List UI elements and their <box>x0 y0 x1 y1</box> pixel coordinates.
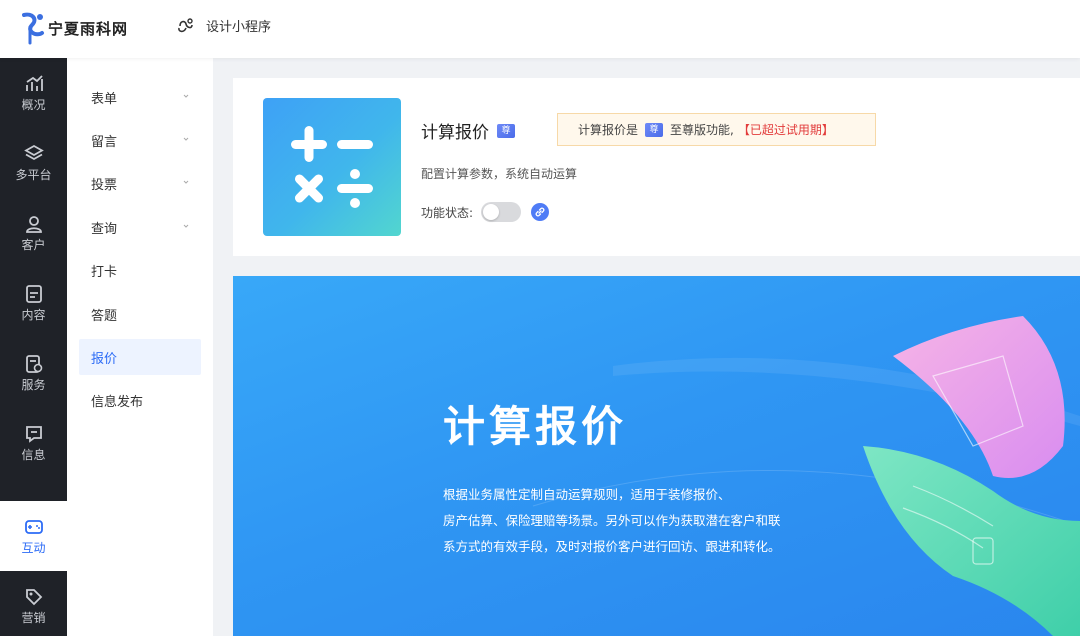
submenu-item-quote[interactable]: 报价 <box>79 339 201 375</box>
rail-item-service[interactable]: 服务 <box>0 338 67 408</box>
rail-item-label: 概况 <box>21 97 46 112</box>
mini-program-icon <box>178 17 193 32</box>
rail-item-label: 服务 <box>21 377 46 392</box>
feature-status-toggle[interactable] <box>481 202 522 222</box>
submenu-item-quiz[interactable]: 答题 <box>79 296 201 332</box>
rail-item-content[interactable]: 内容 <box>0 268 67 338</box>
feature-title: 计算报价 尊 <box>421 118 515 143</box>
submenu-item-label: 查询 <box>91 221 118 237</box>
tag-icon <box>25 588 42 605</box>
main-nav-rail: 概况 多平台 客户 内容 服务 信息 互动 营销 <box>0 58 67 636</box>
vip-notice: 计算报价是 尊 至尊版功能, 【已超过试用期】 <box>557 113 876 146</box>
banner-description-line: 房产估算、保险理赔等场景。另外可以作为获取潜在客户和联 <box>443 513 781 528</box>
feature-card: 计算报价 尊 计算报价是 尊 至尊版功能, 【已超过试用期】 配置计算参数，系统… <box>233 78 1080 256</box>
status-label: 功能状态: <box>421 205 474 220</box>
top-header: 宁夏雨科网 设计小程序 <box>0 0 1080 58</box>
rail-item-label: 营销 <box>21 610 46 625</box>
submenu-item-label: 打卡 <box>91 264 118 280</box>
banner-description-line: 系方式的有效手段，及时对报价客户进行回访、跟进和转化。 <box>443 539 781 554</box>
submenu-item-info-publish[interactable]: 信息发布 <box>79 382 201 418</box>
rail-item-label: 信息 <box>21 447 46 462</box>
submenu-item-label: 信息发布 <box>91 394 144 410</box>
document-icon <box>25 284 42 303</box>
gamepad-icon <box>24 519 43 534</box>
submenu-item-label: 投票 <box>91 177 118 193</box>
rail-item-marketing[interactable]: 营销 <box>0 571 67 636</box>
logo-mark-icon <box>22 12 44 45</box>
rail-item-customer[interactable]: 客户 <box>0 198 67 268</box>
submenu-item-label: 报价 <box>91 351 118 367</box>
banner-background <box>532 316 1080 636</box>
rail-item-label: 客户 <box>21 237 46 252</box>
submenu-item-message[interactable]: 留言 <box>79 122 201 158</box>
feature-description: 配置计算参数，系统自动运算 <box>421 167 578 181</box>
rail-item-label: 互动 <box>21 540 46 555</box>
link-icon[interactable] <box>531 203 550 221</box>
feature-status: 功能状态: <box>421 202 550 222</box>
submenu-item-label: 答题 <box>91 308 118 324</box>
feature-banner: 计算报价 根据业务属性定制自动运算规则，适用于装修报价、 房产估算、保险理赔等场… <box>233 276 1080 636</box>
submenu-item-vote[interactable]: 投票 <box>79 165 201 201</box>
submenu-item-form[interactable]: 表单 <box>79 79 201 115</box>
logo[interactable]: 宁夏雨科网 <box>18 10 128 46</box>
chevron-down-icon <box>183 180 189 184</box>
chevron-down-icon <box>183 224 189 228</box>
vip-badge: 尊 <box>645 122 664 137</box>
calculator-icon <box>263 98 401 236</box>
banner-title: 计算报价 <box>443 402 628 451</box>
rail-item-multiplatform[interactable]: 多平台 <box>0 128 67 198</box>
rail-item-interaction[interactable]: 互动 <box>0 501 67 571</box>
submenu-item-label: 表单 <box>91 91 118 107</box>
submenu-item-query[interactable]: 查询 <box>79 209 201 245</box>
message-icon <box>25 425 42 443</box>
submenu-item-checkin[interactable]: 打卡 <box>79 252 201 288</box>
user-icon <box>25 215 42 233</box>
chevron-down-icon <box>183 137 189 141</box>
notice-suffix: 至尊版功能, <box>670 123 734 137</box>
design-mini-program-link[interactable]: 设计小程序 <box>176 16 271 35</box>
feature-title-text: 计算报价 <box>421 123 489 143</box>
logo-text: 宁夏雨科网 <box>48 19 129 38</box>
banner-description-line: 根据业务属性定制自动运算规则，适用于装修报价、 <box>443 487 731 502</box>
submenu-item-label: 留言 <box>91 134 118 150</box>
service-icon <box>25 354 42 373</box>
layers-icon <box>23 144 44 160</box>
rail-item-label: 内容 <box>21 307 46 322</box>
chart-icon <box>25 74 43 91</box>
rail-item-label: 多平台 <box>15 167 52 182</box>
notice-prefix: 计算报价是 <box>578 123 639 137</box>
rail-item-message[interactable]: 信息 <box>0 408 67 478</box>
trial-expired-warning[interactable]: 【已超过试用期】 <box>738 121 834 138</box>
chevron-down-icon <box>183 94 189 98</box>
banner-description: 根据业务属性定制自动运算规则，适用于装修报价、 房产估算、保险理赔等场景。另外可… <box>443 482 843 560</box>
mini-program-label: 设计小程序 <box>206 20 272 35</box>
vip-badge: 尊 <box>497 123 515 138</box>
interaction-submenu: 表单 留言 投票 查询 打卡 答题 报价 信息发布 <box>67 58 213 636</box>
rail-item-overview[interactable]: 概况 <box>0 58 67 128</box>
